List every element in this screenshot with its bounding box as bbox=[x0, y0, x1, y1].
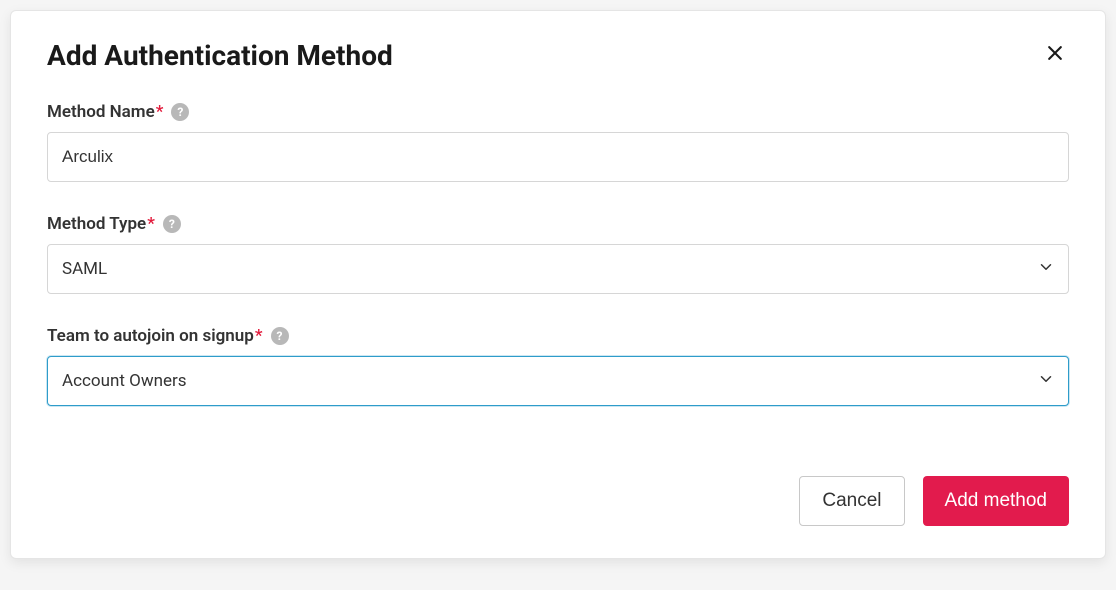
required-marker: * bbox=[255, 326, 263, 346]
team-autojoin-select[interactable]: Account Owners bbox=[47, 356, 1069, 406]
required-marker: * bbox=[156, 102, 164, 122]
method-type-group: Method Type* ? SAML bbox=[47, 214, 1069, 294]
method-name-input[interactable] bbox=[47, 132, 1069, 182]
add-method-button[interactable]: Add method bbox=[923, 476, 1069, 526]
team-autojoin-group: Team to autojoin on signup* ? Account Ow… bbox=[47, 326, 1069, 406]
modal-title: Add Authentication Method bbox=[47, 39, 393, 72]
method-name-label: Method Name* ? bbox=[47, 102, 1069, 122]
label-text: Method Type bbox=[47, 214, 146, 234]
cancel-button[interactable]: Cancel bbox=[799, 476, 904, 526]
required-marker: * bbox=[147, 214, 155, 234]
close-icon bbox=[1045, 43, 1065, 66]
label-text: Team to autojoin on signup bbox=[47, 326, 254, 346]
close-button[interactable] bbox=[1041, 39, 1069, 70]
team-autojoin-label: Team to autojoin on signup* ? bbox=[47, 326, 1069, 346]
modal-header: Add Authentication Method bbox=[47, 39, 1069, 72]
method-type-select[interactable]: SAML bbox=[47, 244, 1069, 294]
help-icon[interactable]: ? bbox=[271, 327, 289, 345]
label-text: Method Name bbox=[47, 102, 155, 122]
method-type-label: Method Type* ? bbox=[47, 214, 1069, 234]
team-autojoin-select-wrapper: Account Owners bbox=[47, 356, 1069, 406]
modal-footer: Cancel Add method bbox=[47, 476, 1069, 526]
help-icon[interactable]: ? bbox=[163, 215, 181, 233]
method-type-select-wrapper: SAML bbox=[47, 244, 1069, 294]
add-auth-method-modal: Add Authentication Method Method Name* ?… bbox=[10, 10, 1106, 559]
select-value: Account Owners bbox=[62, 371, 187, 391]
help-icon[interactable]: ? bbox=[171, 103, 189, 121]
select-value: SAML bbox=[62, 259, 107, 279]
method-name-group: Method Name* ? bbox=[47, 102, 1069, 182]
